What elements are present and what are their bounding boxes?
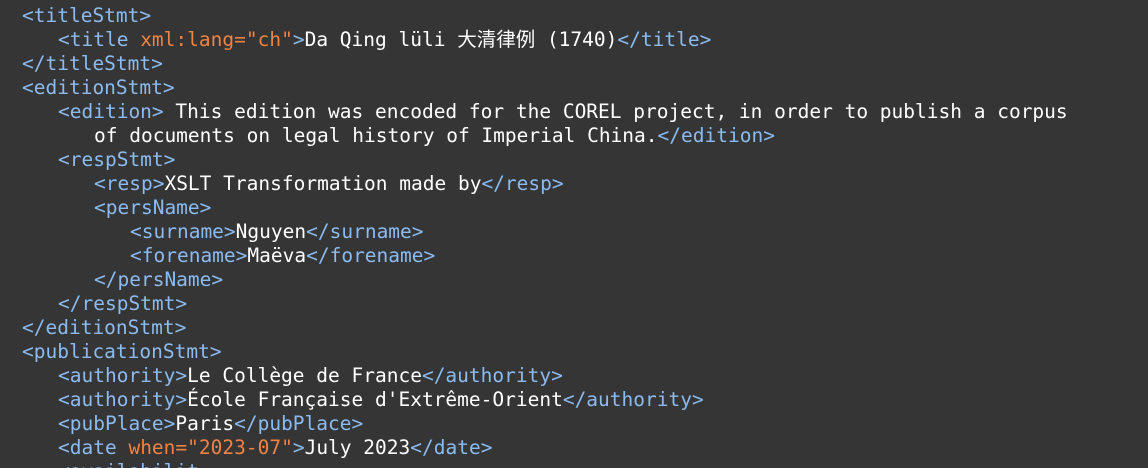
xml-tag: <forename> <box>130 244 248 267</box>
code-line[interactable]: <publicationStmt> <box>22 340 222 364</box>
code-line[interactable]: <forename>Maëva</forename> <box>130 244 435 268</box>
code-line[interactable]: of documents on legal history of Imperia… <box>94 124 775 148</box>
xml-tag: <pubPlace> <box>58 412 176 435</box>
xml-tag: <resp> <box>94 172 165 195</box>
xml-text: This edition was encoded for the COREL p… <box>163 100 1068 123</box>
xml-text: Da Qing lüli 大清律例 (1740) <box>304 28 618 51</box>
xml-tag: <respStmt> <box>58 148 176 171</box>
xml-text: École Française d'Extrême-Orient <box>187 388 563 411</box>
xml-tag: </title> <box>617 28 712 51</box>
code-line[interactable]: <edition> This edition was encoded for t… <box>58 100 1068 124</box>
code-line[interactable]: <titleStmt> <box>22 4 151 28</box>
xml-tag: > <box>292 28 305 51</box>
xml-tag: </persName> <box>94 268 224 291</box>
code-line[interactable]: <availabilit <box>58 460 199 468</box>
xml-tag: <publicationStmt> <box>22 340 222 363</box>
code-line[interactable]: <editionStmt> <box>22 76 175 100</box>
xml-text: Maëva <box>247 244 307 267</box>
xml-tag: </pubPlace> <box>234 412 364 435</box>
code-line[interactable]: <pubPlace>Paris</pubPlace> <box>58 412 363 436</box>
code-line[interactable]: <title xml:lang="ch">Da Qing lüli 大清律例 (… <box>58 28 711 52</box>
code-line[interactable]: </titleStmt> <box>22 52 163 76</box>
code-editor[interactable]: <titleStmt> <title xml:lang="ch">Da Qing … <box>0 0 1148 468</box>
xml-tag: </respStmt> <box>58 292 188 315</box>
xml-tag: <persName> <box>94 196 212 219</box>
code-line[interactable]: <resp>XSLT Transformation made by</resp> <box>94 172 564 196</box>
xml-tag: <date <box>58 436 129 459</box>
code-line[interactable]: <authority>École Française d'Extrême-Ori… <box>58 388 704 412</box>
xml-attribute-value: "ch" <box>245 28 293 51</box>
xml-text: of documents on legal history of Imperia… <box>94 124 658 147</box>
xml-attribute: when= <box>128 436 188 459</box>
xml-text: Paris <box>175 412 235 435</box>
xml-tag: </editionStmt> <box>22 316 187 339</box>
code-line[interactable]: <date when="2023-07">July 2023</date> <box>58 436 492 460</box>
xml-text: Le Collège de France <box>187 364 422 387</box>
code-line[interactable]: </respStmt> <box>58 292 187 316</box>
xml-tag: <title <box>58 28 141 51</box>
xml-tag: </forename> <box>306 244 436 267</box>
xml-tag: </resp> <box>481 172 564 195</box>
code-line[interactable]: </editionStmt> <box>22 316 186 340</box>
xml-tag: <availabilit <box>58 460 199 468</box>
xml-tag: > <box>292 436 305 459</box>
xml-tag: <authority> <box>58 364 188 387</box>
xml-text: July 2023 <box>304 436 411 459</box>
code-line[interactable]: <authority>Le Collège de France</authori… <box>58 364 563 388</box>
xml-tag: </edition> <box>657 124 775 147</box>
xml-tag: </authority> <box>421 364 563 387</box>
xml-tag: </date> <box>410 436 493 459</box>
code-line[interactable]: </persName> <box>94 268 223 292</box>
xml-tag: <surname> <box>130 220 236 243</box>
xml-tag: <editionStmt> <box>22 76 175 99</box>
xml-tag: <authority> <box>58 388 188 411</box>
xml-text: Nguyen <box>235 220 307 243</box>
code-line[interactable]: <persName> <box>94 196 211 220</box>
xml-attribute: xml:lang= <box>140 28 246 51</box>
xml-tag: </surname> <box>306 220 424 243</box>
xml-tag: <edition> <box>58 100 164 123</box>
code-line[interactable]: <surname>Nguyen</surname> <box>130 220 424 244</box>
code-line[interactable]: <respStmt> <box>58 148 175 172</box>
xml-text: XSLT Transformation made by <box>164 172 482 195</box>
xml-tag: <titleStmt> <box>22 4 152 27</box>
xml-attribute-value: "2023-07" <box>187 436 293 459</box>
xml-tag: </authority> <box>562 388 704 411</box>
xml-tag: </titleStmt> <box>22 52 163 75</box>
